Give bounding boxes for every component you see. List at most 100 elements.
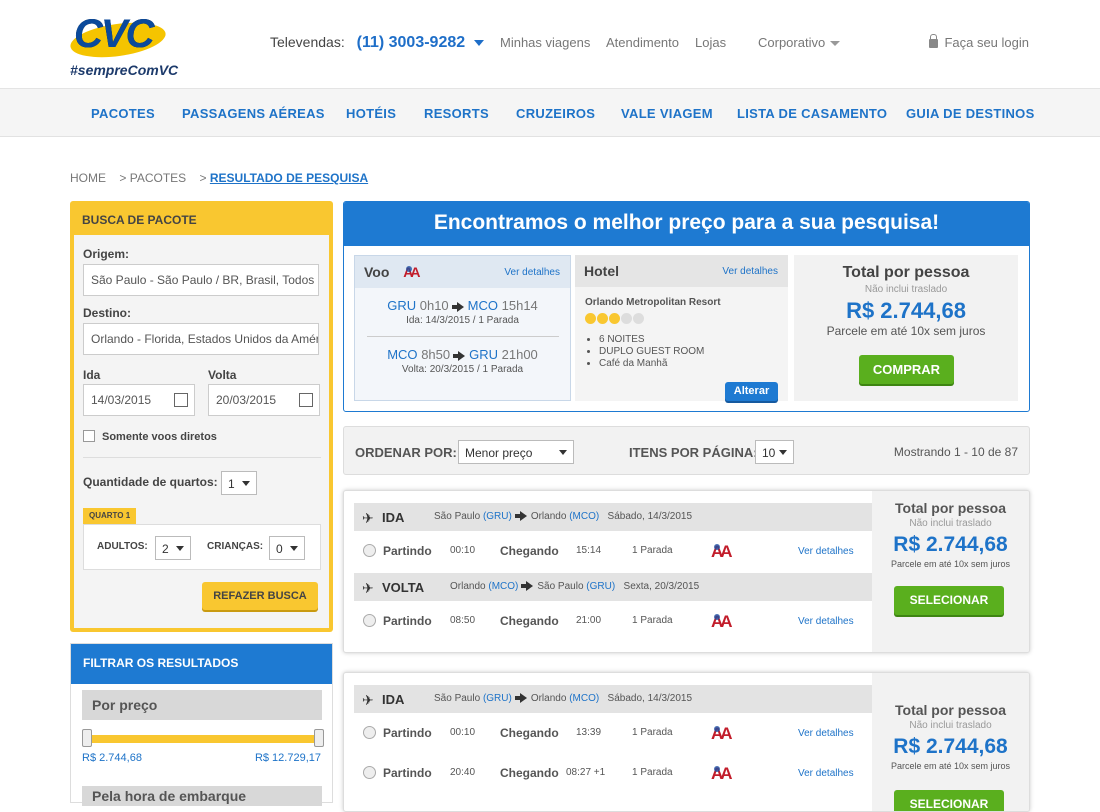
- nav-hoteis[interactable]: HOTÉIS: [346, 106, 396, 121]
- flight-option-row[interactable]: Partindo 00:10 Chegando 15:14 1 Parada A…: [354, 531, 872, 569]
- nav-vale-viagem[interactable]: VALE VIAGEM: [621, 106, 713, 121]
- ret-arr: 21h00: [501, 347, 538, 362]
- arr-time: 21:00: [576, 615, 602, 626]
- per-page-select[interactable]: 10: [755, 440, 794, 464]
- refazer-busca-button[interactable]: REFAZER BUSCA: [202, 582, 318, 610]
- origem-field[interactable]: São Paulo - São Paulo / BR, Brasil, Todo…: [83, 264, 319, 296]
- ida-date-field[interactable]: 14/03/2015: [83, 384, 195, 416]
- to-code: (MCO): [569, 693, 600, 704]
- departure-filter-title: Pela hora de embarque: [82, 786, 322, 806]
- to-city: Orlando: [530, 693, 567, 704]
- sort-bar: ORDENAR POR: Menor preço ITENS POR PÁGIN…: [343, 426, 1030, 475]
- nav-resorts[interactable]: RESORTS: [424, 106, 489, 121]
- hotel-rating: [585, 311, 645, 329]
- chevron-down-icon[interactable]: [474, 40, 485, 47]
- price-filter-title: Por preço: [82, 690, 322, 720]
- order-select[interactable]: Menor preço: [458, 440, 574, 464]
- hotel-feature: Café da Manhã: [599, 358, 704, 370]
- flight-option-row[interactable]: Partindo 20:40 Chegando 08:27 +1 1 Parad…: [354, 753, 872, 791]
- calendar-icon[interactable]: [174, 393, 188, 407]
- volta-date-value: 20/03/2015: [216, 393, 277, 407]
- alterar-button[interactable]: Alterar: [725, 382, 778, 401]
- volta-label: Volta: [208, 368, 237, 382]
- comprar-button[interactable]: COMPRAR: [859, 355, 954, 384]
- flight-radio[interactable]: [363, 614, 376, 627]
- nav-cruzeiros[interactable]: CRUZEIROS: [516, 106, 595, 121]
- breadcrumb-pacotes[interactable]: PACOTES: [130, 171, 186, 185]
- lock-icon: [929, 34, 939, 48]
- out-to: MCO: [467, 298, 498, 313]
- arrow-right-icon: [453, 350, 466, 361]
- ver-detalhes-link[interactable]: Ver detalhes: [798, 616, 854, 627]
- nav-pacotes[interactable]: PACOTES: [91, 106, 155, 121]
- televendas-number[interactable]: (11) 3003-9282: [357, 34, 466, 51]
- selecionar-button[interactable]: SELECIONAR: [894, 586, 1004, 615]
- breadcrumb-current[interactable]: RESULTADO DE PESQUISA: [210, 171, 368, 185]
- link-corporativo[interactable]: Corporativo: [758, 35, 841, 50]
- price-slider[interactable]: [82, 729, 324, 747]
- partindo-label: Partindo: [383, 614, 432, 628]
- login-link[interactable]: Faça seu login: [929, 34, 1029, 50]
- ver-detalhes-link[interactable]: Ver detalhes: [798, 728, 854, 739]
- nav-passagens-aereas[interactable]: PASSAGENS AÉREAS: [182, 106, 325, 121]
- no-transfer: Não inclui traslado: [909, 518, 992, 529]
- no-transfer: Não inclui traslado: [864, 284, 948, 295]
- star-icon: [609, 313, 620, 324]
- breadcrumb: HOME > PACOTES > RESULTADO DE PESQUISA: [70, 171, 368, 185]
- link-lojas[interactable]: Lojas: [695, 35, 726, 50]
- hotel-feature: DUPLO GUEST ROOM: [599, 346, 704, 358]
- login-label: Faça seu login: [944, 35, 1029, 50]
- slider-handle-max[interactable]: [314, 729, 324, 747]
- nav-lista-casamento[interactable]: LISTA DE CASAMENTO: [737, 106, 887, 121]
- criancas-label: CRIANÇAS:: [207, 541, 264, 552]
- divider: [83, 457, 321, 458]
- voo-details-link[interactable]: Ver detalhes: [504, 267, 560, 278]
- flight-radio[interactable]: [363, 766, 376, 779]
- star-icon: [597, 313, 608, 324]
- best-total: Total por pessoa Não inclui traslado R$ …: [794, 255, 1018, 401]
- american-airlines-icon: AA: [403, 264, 420, 280]
- dep-time: 20:40: [450, 767, 476, 778]
- destino-field[interactable]: Orlando - Florida, Estados Unidos da Amé…: [83, 323, 319, 355]
- flight-option-row[interactable]: Partindo 08:50 Chegando 21:00 1 Parada A…: [354, 601, 872, 639]
- nav-guia-destinos[interactable]: GUIA DE DESTINOS: [906, 106, 1035, 121]
- arrow-right-icon: [521, 581, 534, 592]
- breadcrumb-sep: >: [199, 171, 207, 185]
- result-card: ✈ IDA São Paulo (GRU) Orlando (MCO) Sábad…: [343, 672, 1030, 812]
- main-nav: PACOTES PASSAGENS AÉREAS HOTÉIS RESORTS …: [0, 89, 1100, 137]
- calendar-icon[interactable]: [299, 393, 313, 407]
- hotel-details-link[interactable]: Ver detalhes: [722, 266, 778, 277]
- total-title: Total por pessoa: [895, 500, 1006, 516]
- filter-panel: FILTRAR OS RESULTADOS Por preço R$ 2.744…: [70, 643, 333, 806]
- ver-detalhes-link[interactable]: Ver detalhes: [798, 546, 854, 557]
- breadcrumb-home[interactable]: HOME: [70, 171, 106, 185]
- adultos-select[interactable]: 2: [155, 536, 191, 560]
- to-code: (GRU): [586, 581, 616, 592]
- breadcrumb-sep: >: [119, 171, 127, 185]
- quartos-select[interactable]: 1: [221, 471, 257, 495]
- per-page-label: ITENS POR PÁGINA:: [629, 445, 758, 460]
- link-atendimento[interactable]: Atendimento: [606, 35, 679, 50]
- arrow-right-icon: [514, 693, 527, 704]
- cvc-logo[interactable]: CVC #sempreComVC: [68, 10, 178, 80]
- criancas-select[interactable]: 0: [269, 536, 305, 560]
- from-code: (GRU): [482, 511, 512, 522]
- to-code: (MCO): [569, 511, 600, 522]
- installments: Parcele em até 10x sem juros: [890, 761, 1011, 771]
- direct-flights-checkbox[interactable]: [83, 430, 95, 442]
- flight-radio[interactable]: [363, 544, 376, 557]
- volta-date-field[interactable]: 20/03/2015: [208, 384, 320, 416]
- result-price: R$ 2.744,68: [893, 735, 1008, 758]
- out-arr: 15h14: [501, 298, 538, 313]
- ida-route: São Paulo (GRU) Orlando (MCO) Sábado, 14/…: [434, 693, 692, 704]
- flight-radio[interactable]: [363, 726, 376, 739]
- selecionar-button[interactable]: SELECIONAR: [894, 790, 1004, 811]
- ver-detalhes-link[interactable]: Ver detalhes: [798, 768, 854, 779]
- arrow-right-icon: [514, 511, 527, 522]
- price-min: R$ 2.744,68: [82, 752, 142, 764]
- link-minhas-viagens[interactable]: Minhas viagens: [500, 35, 590, 50]
- hotel-features: 6 NOITES DUPLO GUEST ROOM Café da Manhã: [599, 334, 704, 370]
- slider-handle-min[interactable]: [82, 729, 92, 747]
- flight-option-row[interactable]: Partindo 00:10 Chegando 13:39 1 Parada A…: [354, 713, 872, 751]
- showing-count: Mostrando 1 - 10 de 87: [893, 445, 1018, 459]
